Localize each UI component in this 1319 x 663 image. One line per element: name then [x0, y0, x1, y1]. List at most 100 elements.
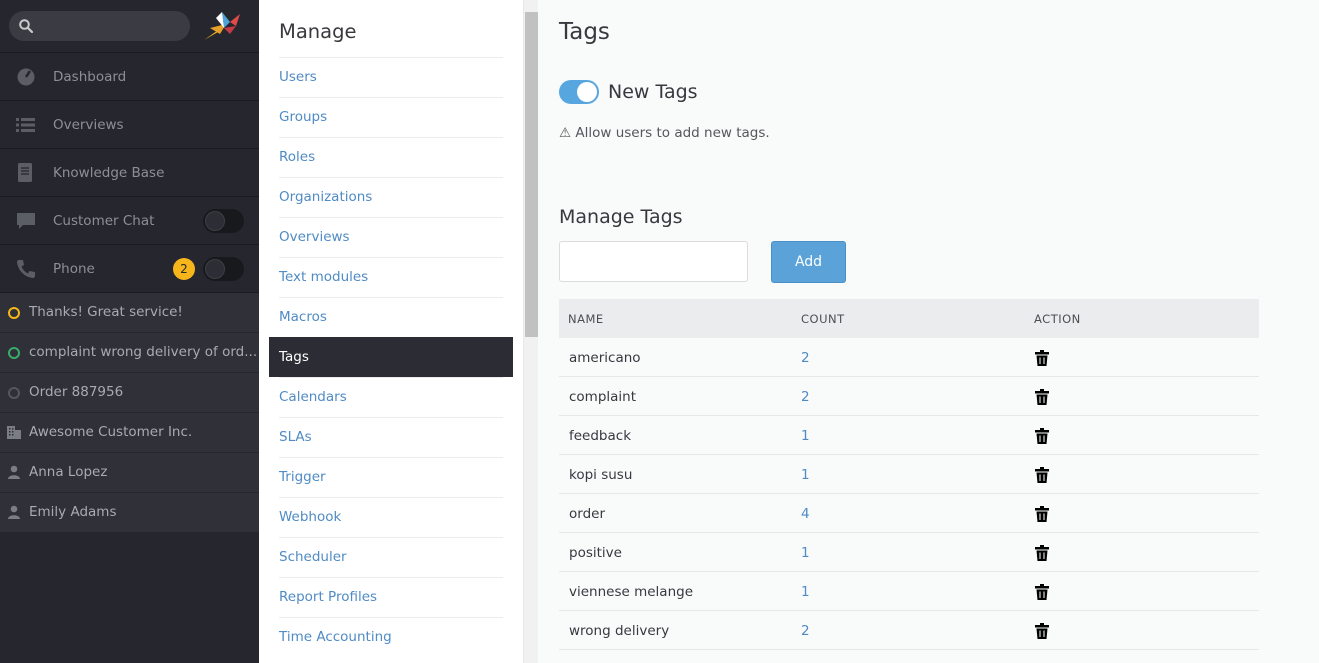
nav-item-label: Customer Chat — [53, 213, 155, 229]
nav-item-label: Phone — [53, 261, 95, 277]
task-item[interactable]: Emily Adams — [0, 493, 259, 533]
table-row: feedback 1 — [559, 416, 1259, 455]
manage-item-text-modules[interactable]: Text modules — [279, 257, 503, 297]
tag-count-link[interactable]: 2 — [801, 623, 810, 639]
tag-name[interactable]: feedback — [569, 428, 631, 444]
trash-icon[interactable] — [1035, 428, 1049, 444]
phone-badge: 2 — [173, 258, 195, 280]
task-label: Awesome Customer Inc. — [29, 424, 193, 440]
page-title: Tags — [559, 19, 610, 45]
task-item[interactable]: complaint wrong delivery of ord... — [0, 333, 259, 373]
manage-item-macros[interactable]: Macros — [279, 297, 503, 337]
manage-item-label: Users — [279, 69, 317, 85]
manage-scrollbar[interactable] — [523, 0, 538, 663]
dashboard-icon — [15, 67, 37, 87]
search-input[interactable] — [9, 11, 190, 41]
manage-item-users[interactable]: Users — [279, 57, 503, 97]
manage-item-time-accounting[interactable]: Time Accounting — [279, 617, 503, 657]
manage-item-label: Text modules — [279, 269, 369, 285]
manage-item-label: Scheduler — [279, 549, 347, 565]
column-header-action: ACTION — [1034, 312, 1081, 326]
manage-item-label: Tags — [279, 349, 309, 365]
manage-item-report-profiles[interactable]: Report Profiles — [279, 577, 503, 617]
status-dot-icon — [8, 387, 20, 399]
nav-item-phone[interactable]: Phone 2 — [0, 245, 259, 293]
manage-item-label: Time Accounting — [279, 629, 392, 645]
manage-item-webhook[interactable]: Webhook — [279, 497, 503, 537]
table-row: americano 2 — [559, 338, 1259, 377]
table-row: complaint 2 — [559, 377, 1259, 416]
trash-icon[interactable] — [1035, 506, 1049, 522]
manage-item-label: Webhook — [279, 509, 342, 525]
status-dot-icon — [8, 347, 20, 359]
customer-chat-toggle[interactable] — [203, 209, 244, 233]
task-label: complaint wrong delivery of ord... — [29, 344, 258, 360]
tag-count-link[interactable]: 1 — [801, 428, 810, 444]
manage-item-scheduler[interactable]: Scheduler — [279, 537, 503, 577]
manage-item-calendars[interactable]: Calendars — [279, 377, 503, 417]
tag-name[interactable]: viennese melange — [569, 584, 693, 600]
column-header-count[interactable]: COUNT — [801, 312, 845, 326]
trash-icon[interactable] — [1035, 389, 1049, 405]
manage-item-groups[interactable]: Groups — [279, 97, 503, 137]
table-row: wrong delivery 2 — [559, 611, 1259, 650]
tag-name[interactable]: order — [569, 506, 605, 522]
tag-count-link[interactable]: 2 — [801, 350, 810, 366]
task-label: Order 887956 — [29, 384, 124, 400]
tag-count-link[interactable]: 1 — [801, 584, 810, 600]
new-tags-hint: ⚠ Allow users to add new tags. — [559, 125, 770, 141]
add-tag-button[interactable]: Add — [771, 241, 846, 283]
manage-item-label: SLAs — [279, 429, 312, 445]
nav-item-label: Dashboard — [53, 69, 127, 85]
tag-count-link[interactable]: 1 — [801, 467, 810, 483]
organization-icon — [7, 425, 21, 439]
manage-item-overviews[interactable]: Overviews — [279, 217, 503, 257]
task-item[interactable]: Thanks! Great service! — [0, 293, 259, 333]
tag-count-link[interactable]: 1 — [801, 545, 810, 561]
tags-page: Tags New Tags ⚠ Allow users to add new t… — [539, 0, 1319, 663]
task-item[interactable]: Anna Lopez — [0, 453, 259, 493]
task-label: Thanks! Great service! — [29, 304, 183, 320]
tag-name[interactable]: positive — [569, 545, 622, 561]
trash-icon[interactable] — [1035, 545, 1049, 561]
tags-table: NAME COUNT ACTION americano 2 complaint 2 fe… — [559, 299, 1259, 650]
phone-toggle[interactable] — [203, 257, 244, 281]
tag-count-link[interactable]: 4 — [801, 506, 810, 522]
manage-item-tags[interactable]: Tags — [269, 337, 513, 377]
nav-item-overviews[interactable]: Overviews — [0, 101, 259, 149]
trash-icon[interactable] — [1035, 350, 1049, 366]
manage-title: Manage — [279, 20, 357, 43]
manage-item-slas[interactable]: SLAs — [279, 417, 503, 457]
scrollbar-thumb[interactable] — [525, 12, 538, 337]
tag-count-link[interactable]: 2 — [801, 389, 810, 405]
book-icon — [15, 163, 37, 183]
user-icon — [7, 465, 21, 479]
toggle-knob — [577, 82, 597, 102]
nav-item-customer-chat[interactable]: Customer Chat — [0, 197, 259, 245]
tag-name[interactable]: wrong delivery — [569, 623, 669, 639]
tag-name[interactable]: complaint — [569, 389, 636, 405]
chat-icon — [15, 211, 37, 231]
trash-icon[interactable] — [1035, 623, 1049, 639]
nav-item-label: Overviews — [53, 117, 124, 133]
manage-item-organizations[interactable]: Organizations — [279, 177, 503, 217]
task-item[interactable]: Awesome Customer Inc. — [0, 413, 259, 453]
logo-icon[interactable] — [200, 6, 244, 46]
manage-item-trigger[interactable]: Trigger — [279, 457, 503, 497]
tag-name[interactable]: americano — [569, 350, 641, 366]
nav-item-knowledge-base[interactable]: Knowledge Base — [0, 149, 259, 197]
trash-icon[interactable] — [1035, 467, 1049, 483]
manage-item-roles[interactable]: Roles — [279, 137, 503, 177]
new-tags-toggle[interactable] — [559, 80, 599, 104]
task-item[interactable]: Order 887956 — [0, 373, 259, 413]
manage-item-label: Trigger — [279, 469, 326, 485]
status-dot-icon — [8, 307, 20, 319]
task-label: Emily Adams — [29, 504, 117, 520]
nav-item-dashboard[interactable]: Dashboard — [0, 53, 259, 101]
column-header-name[interactable]: NAME — [568, 312, 604, 326]
tag-name[interactable]: kopi susu — [569, 467, 632, 483]
table-header: NAME COUNT ACTION — [559, 299, 1259, 338]
new-tag-input[interactable] — [559, 241, 748, 282]
task-list: Thanks! Great service! complaint wrong de… — [0, 293, 259, 533]
trash-icon[interactable] — [1035, 584, 1049, 600]
